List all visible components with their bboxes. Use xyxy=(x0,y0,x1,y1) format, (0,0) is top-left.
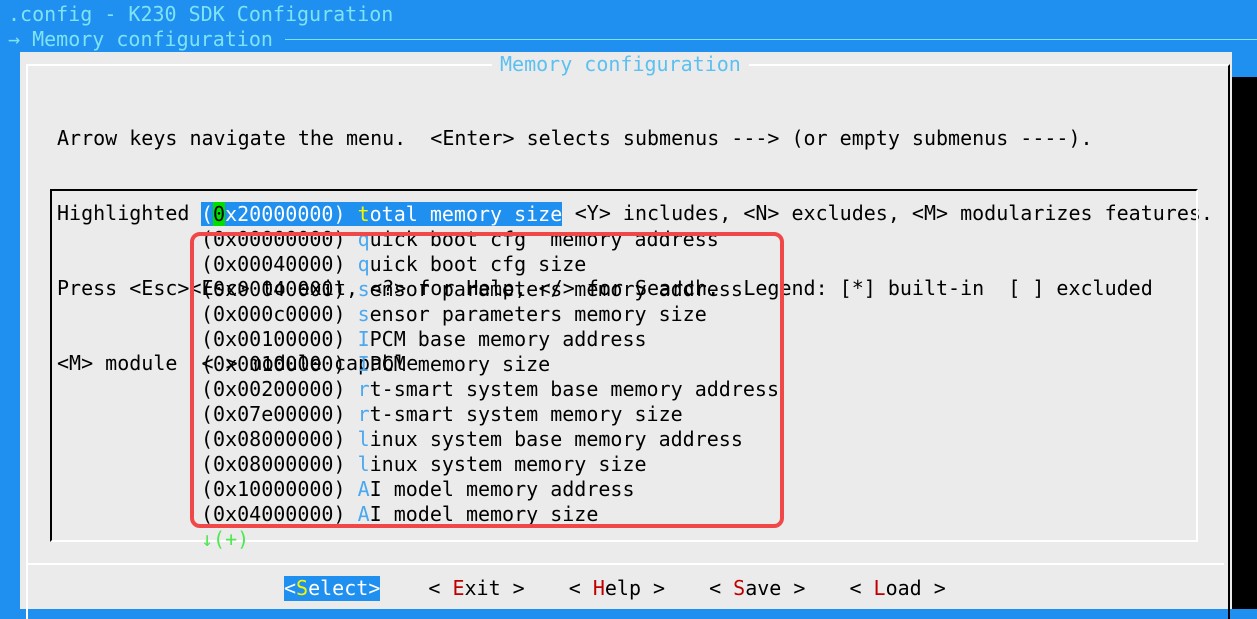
annotation-highlight-box xyxy=(190,232,784,528)
button-save[interactable]: < Save > xyxy=(709,576,805,601)
button-label-part: oad xyxy=(885,576,922,600)
button-label-part: < xyxy=(568,576,593,600)
button-bar: <Select> < Exit > < Help > < Save > < Load > xyxy=(284,576,990,601)
button-label-part: elp xyxy=(604,576,641,600)
more-items-indicator: ↓(+) xyxy=(201,527,250,551)
button-hotkey: H xyxy=(592,576,605,600)
button-label-part: xit xyxy=(464,576,501,600)
menu-dialog: Memory configuration Arrow keys navigate… xyxy=(20,52,1232,619)
button-load[interactable]: < Load > xyxy=(849,576,945,601)
breadcrumb: → Memory configuration xyxy=(8,27,273,51)
help-line: Arrow keys navigate the menu. <Enter> se… xyxy=(57,126,1093,150)
button-label-part: > xyxy=(640,576,666,600)
button-hotkey: E xyxy=(452,576,465,600)
button-separator xyxy=(28,563,1224,565)
menu-item-value: x20000000 xyxy=(225,202,334,226)
text-cursor: 0 xyxy=(213,202,226,226)
button-label-part: < xyxy=(709,576,734,600)
button-select[interactable]: <Select> xyxy=(284,576,381,601)
button-help[interactable]: < Help > xyxy=(569,576,665,601)
breadcrumb-divider xyxy=(285,39,1257,40)
button-label-part: > xyxy=(781,576,806,600)
dialog-title: Memory configuration xyxy=(492,52,749,77)
menu-item[interactable]: (0x20000000) total memory size xyxy=(201,202,779,227)
button-exit[interactable]: < Exit > xyxy=(428,576,524,601)
menu-item-hotkey: t xyxy=(357,202,370,226)
button-label-part: > xyxy=(921,576,946,600)
button-label-part: ave xyxy=(745,576,782,600)
button-label-part: elect xyxy=(308,576,369,600)
button-hotkey: S xyxy=(733,576,746,600)
menu-item-content: (0x20000000) total memory size xyxy=(201,202,563,226)
button-label-part: > xyxy=(500,576,525,600)
button-hotkey: L xyxy=(873,576,886,600)
button-label-part: > xyxy=(368,576,381,600)
button-label-part: < xyxy=(284,576,297,600)
dialog-shadow xyxy=(1232,77,1257,609)
button-label-part: < xyxy=(428,576,453,600)
window-title: .config - K230 SDK Configuration xyxy=(8,2,394,26)
button-hotkey: S xyxy=(296,576,309,600)
button-label-part: < xyxy=(849,576,874,600)
menu-item-label: otal memory size xyxy=(369,202,563,226)
